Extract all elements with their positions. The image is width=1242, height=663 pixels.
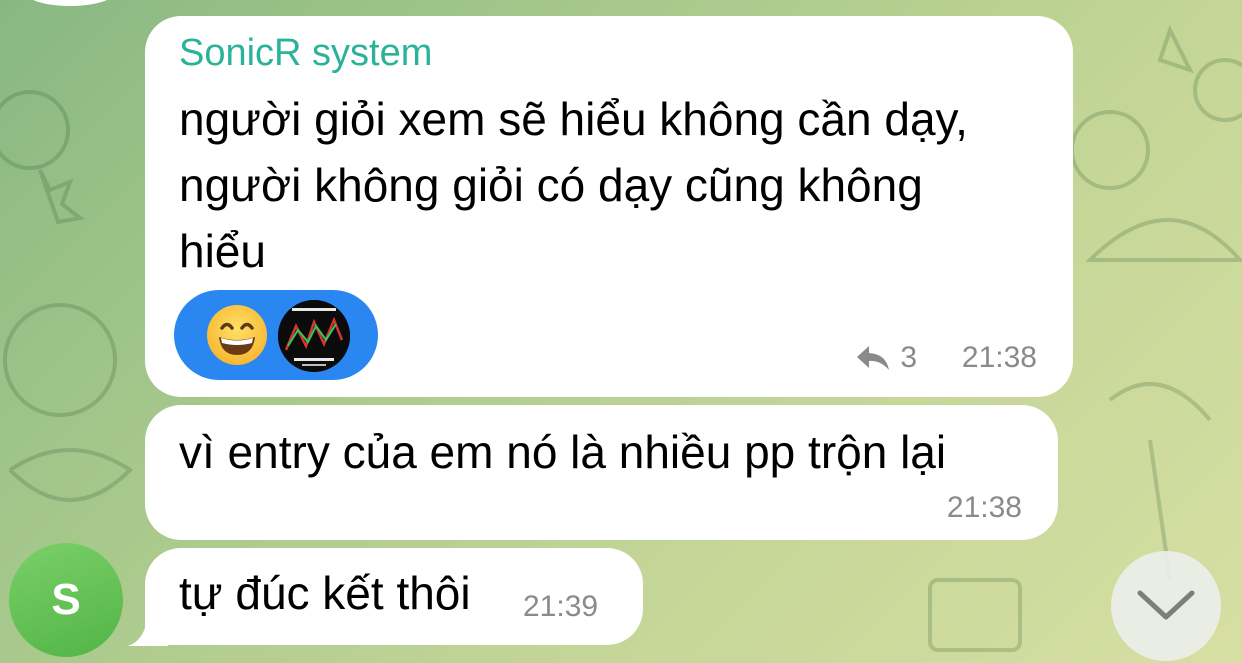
message-bubble[interactable]: tự đúc kết thôi 21:39 (145, 548, 643, 645)
reply-count[interactable]: 3 (856, 341, 917, 375)
message-text: người giỏi xem sẽ hiểu không cần dạy, ng… (179, 86, 968, 284)
sender-avatar[interactable]: S (9, 543, 123, 657)
reply-count-value: 3 (900, 341, 917, 374)
message-text-line: hiểu (179, 225, 266, 277)
message-text: tự đúc kết thôi (179, 567, 471, 619)
scroll-down-button[interactable] (1111, 551, 1221, 661)
reaction-pill[interactable] (174, 290, 378, 380)
message-text-line: người giỏi xem sẽ hiểu không cần dạy, (179, 93, 968, 145)
message-time: 21:38 (946, 491, 1022, 524)
chart-thumbnail-icon (278, 300, 350, 372)
message-text-line: người không giỏi có dạy cũng không (179, 159, 923, 211)
message-time: 21:39 (523, 590, 599, 623)
sender-name[interactable]: SonicR system (179, 32, 432, 75)
message-bubble[interactable]: SonicR system người giỏi xem sẽ hiểu khô… (145, 16, 1073, 397)
chevron-down-icon (1137, 590, 1195, 620)
reply-arrow-icon (857, 346, 890, 370)
reactor-avatar[interactable] (278, 300, 350, 372)
grinning-face-emoji-icon (207, 305, 267, 365)
message-text: vì entry của em nó là nhiều pp trộn lại (179, 426, 947, 478)
message-bubble[interactable]: vì entry của em nó là nhiều pp trộn lại … (145, 405, 1058, 540)
message-time: 21:38 (961, 341, 1037, 374)
